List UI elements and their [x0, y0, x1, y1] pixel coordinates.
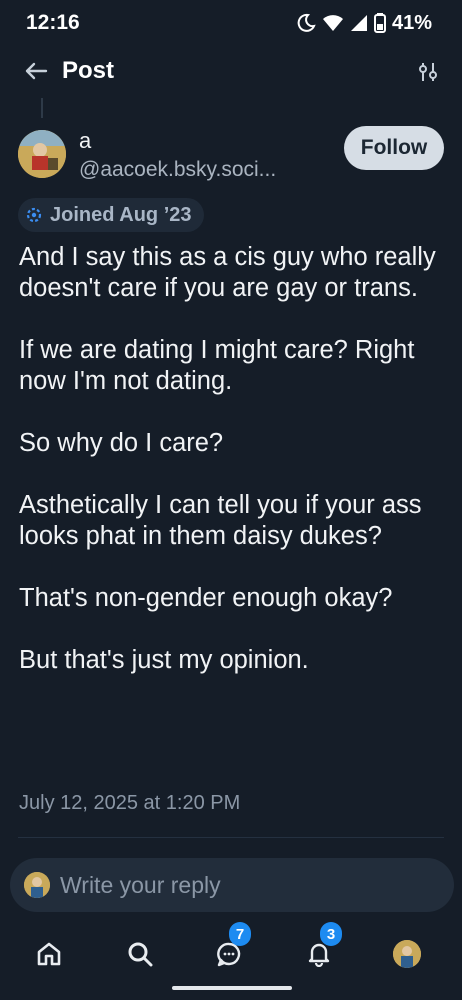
author-handle[interactable]: @aacoek.bsky.soci...	[79, 158, 276, 182]
do-not-disturb-moon-icon	[297, 13, 316, 32]
status-time: 12:16	[26, 11, 80, 34]
post-paragraph: But that's just my opinion.	[19, 646, 309, 674]
nav-profile[interactable]	[385, 932, 429, 976]
status-icons: 41%	[296, 12, 432, 35]
post-paragraph: If we are dating I might care? Right now…	[19, 336, 415, 395]
post-header: Post	[0, 46, 462, 96]
avatar-image-icon	[24, 872, 50, 898]
back-button[interactable]	[18, 53, 54, 89]
bluesky-butterfly-icon	[26, 207, 42, 223]
wifi-icon	[322, 15, 343, 31]
post-paragraph: And I say this as a cis guy who really d…	[19, 243, 436, 302]
author-avatar[interactable]	[18, 130, 66, 178]
joined-badge: Joined Aug ’23	[18, 198, 204, 232]
home-icon	[37, 942, 61, 966]
search-icon	[128, 942, 153, 967]
notification-badge: 3	[320, 922, 342, 946]
chat-badge: 7	[229, 922, 251, 946]
profile-avatar-icon	[393, 940, 421, 968]
arrow-left-icon	[25, 62, 48, 80]
joined-label: Joined Aug ’23	[50, 203, 192, 226]
thread-settings-button[interactable]	[412, 56, 444, 88]
sliders-icon	[419, 63, 437, 81]
author-display-name[interactable]: a	[79, 128, 91, 154]
bottom-nav: 7 3	[0, 922, 462, 982]
avatar-image-icon	[18, 130, 66, 178]
follow-button[interactable]: Follow	[344, 126, 444, 170]
my-avatar	[24, 872, 50, 898]
author-row: a @aacoek.bsky.soci... Follow	[18, 124, 448, 186]
gesture-home-indicator[interactable]	[172, 986, 292, 990]
post-timestamp: July 12, 2025 at 1:20 PM	[19, 792, 241, 814]
reply-input[interactable]: Write your reply	[10, 858, 454, 912]
cell-signal-icon	[350, 15, 367, 31]
post-paragraph: That's non-gender enough okay?	[19, 584, 393, 612]
post-paragraph: Asthetically I can tell you if your ass …	[19, 491, 422, 550]
battery-icon	[373, 13, 386, 33]
page-title: Post	[62, 57, 115, 84]
reply-placeholder: Write your reply	[60, 871, 221, 898]
divider	[18, 837, 444, 838]
thread-connector-line	[41, 98, 43, 118]
status-bar: 12:16 41%	[0, 0, 462, 46]
post-paragraph: So why do I care?	[19, 429, 224, 457]
post-body: And I say this as a cis guy who really d…	[19, 242, 449, 676]
nav-search[interactable]	[118, 932, 162, 976]
battery-percent: 41%	[391, 11, 432, 34]
nav-home[interactable]	[27, 932, 71, 976]
